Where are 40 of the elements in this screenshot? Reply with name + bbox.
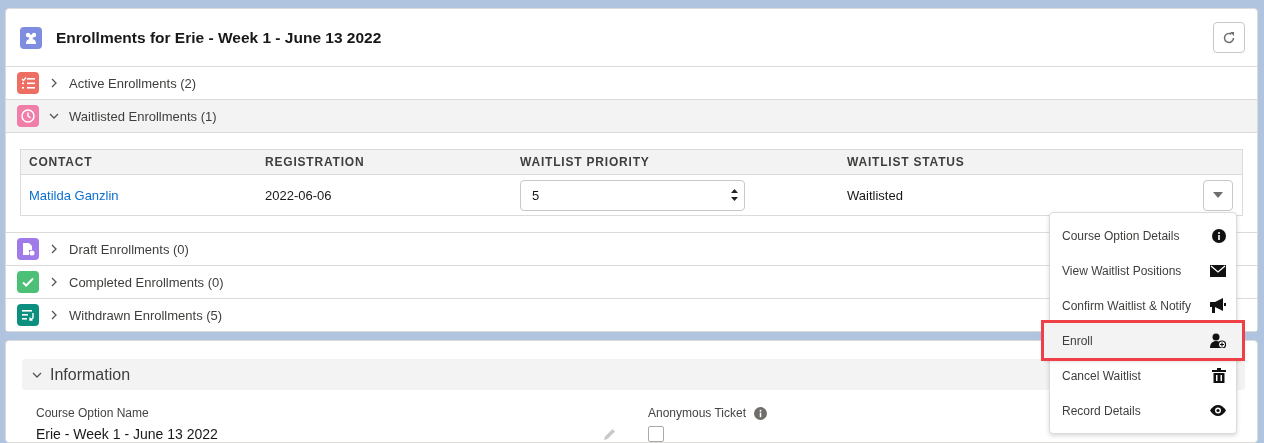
- chevron-right-icon[interactable]: [49, 78, 59, 88]
- field-value: Erie - Week 1 - June 13 2022: [36, 426, 218, 442]
- megaphone-icon: [1210, 298, 1226, 313]
- section-title: Waitlisted Enrollments (1): [69, 108, 217, 124]
- refresh-icon: [1222, 30, 1236, 45]
- menu-item[interactable]: Cancel Waitlist: [1050, 358, 1236, 393]
- field-label: Course Option Name: [36, 406, 150, 420]
- chevron-right-icon[interactable]: [49, 244, 59, 254]
- card-title: Enrollments for Erie - Week 1 - June 13 2022: [56, 28, 383, 47]
- section-title: Draft Enrollments (0): [69, 241, 189, 257]
- spinner-arrows-icon[interactable]: [731, 188, 738, 202]
- section-title: Information: [50, 365, 131, 384]
- column-header: CONTACT: [29, 155, 94, 169]
- table-cell: Waitlisted: [847, 187, 903, 203]
- contact-link[interactable]: Matilda Ganzlin: [29, 188, 119, 203]
- info-icon: [754, 406, 768, 420]
- section-title: Withdrawn Enrollments (5): [69, 307, 223, 323]
- chevron-right-icon[interactable]: [49, 277, 59, 287]
- table-cell-text: 2022-06-06: [265, 187, 333, 203]
- menu-item[interactable]: Enroll: [1044, 323, 1242, 358]
- section-title: Completed Enrollments (0): [69, 274, 224, 290]
- section-title: Active Enrollments (2): [69, 75, 197, 91]
- trash-icon: [1212, 368, 1226, 383]
- row-actions-button[interactable]: [1203, 179, 1233, 211]
- menu-item[interactable]: Record Details: [1050, 393, 1236, 428]
- checkbox[interactable]: [648, 426, 664, 442]
- column-header: WAITLIST PRIORITY: [520, 155, 651, 169]
- add-user-icon: [1210, 333, 1226, 348]
- column-header: REGISTRATION: [265, 155, 366, 169]
- caret-icon: [1213, 192, 1223, 198]
- envelope-icon: [1210, 264, 1226, 277]
- eye-icon: [1210, 405, 1226, 416]
- priority-field[interactable]: 5: [520, 179, 745, 211]
- chevron-right-icon[interactable]: [49, 310, 59, 320]
- column-header: WAITLIST STATUS: [847, 155, 966, 169]
- field-label: Anonymous Ticket: [648, 406, 747, 420]
- refresh-button[interactable]: [1213, 22, 1245, 53]
- chevron-down-icon[interactable]: [49, 111, 59, 121]
- section-header[interactable]: Waitlisted Enrollments (1): [6, 99, 1257, 132]
- info-icon: [1212, 228, 1226, 243]
